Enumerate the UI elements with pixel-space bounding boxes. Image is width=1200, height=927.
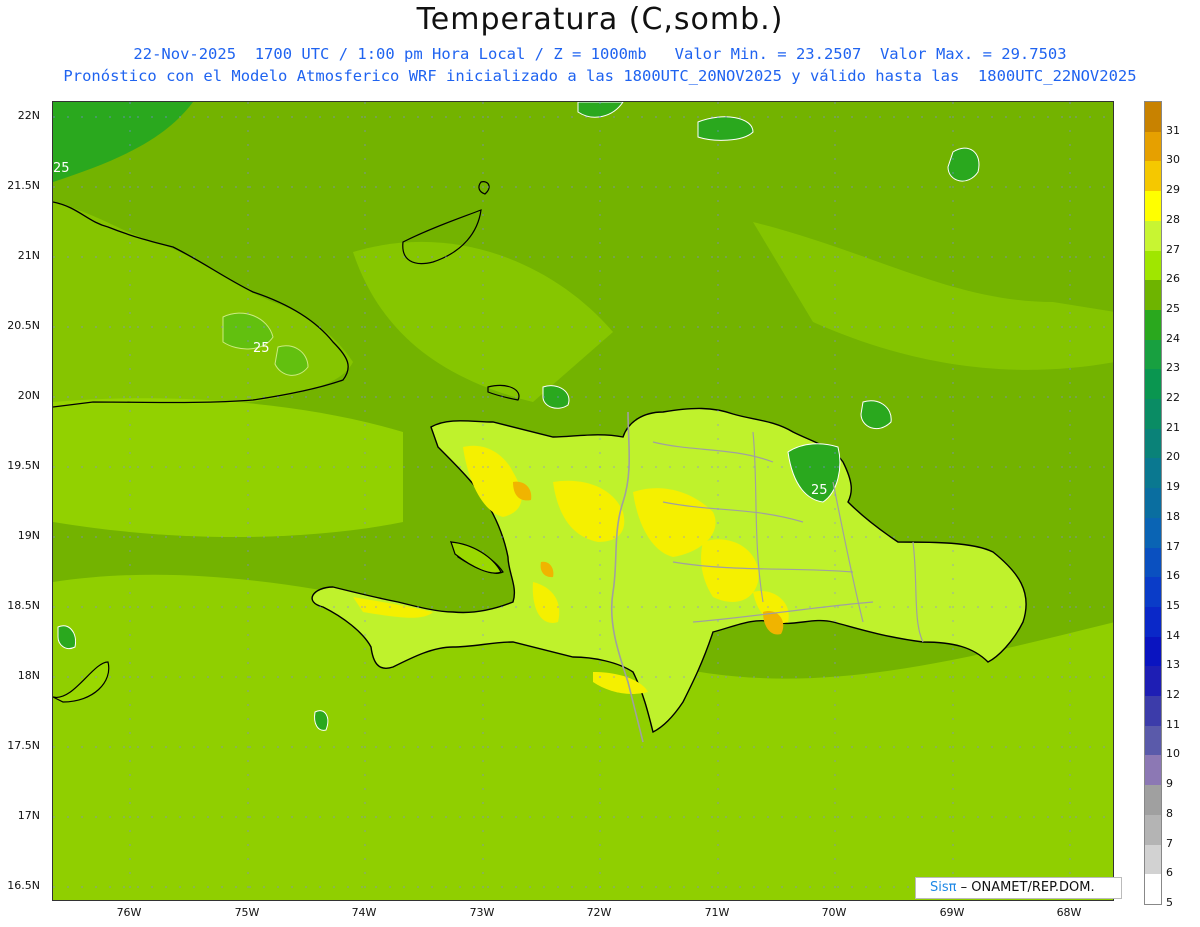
lon-label: 69W xyxy=(939,906,965,919)
credit-box: Sisπ – ONAMET/REP.DOM. xyxy=(915,877,1122,899)
legend-swatch xyxy=(1145,844,1161,875)
legend-label: 18 xyxy=(1166,509,1180,523)
lon-label: 72W xyxy=(586,906,612,919)
legend-label: 9 xyxy=(1166,777,1173,791)
legend-swatch xyxy=(1145,725,1161,756)
lat-label: 17N xyxy=(17,809,40,822)
color-scale-legend xyxy=(1144,101,1162,905)
legend-swatch xyxy=(1145,785,1161,816)
legend-label: 23 xyxy=(1166,361,1180,375)
lat-label: 16.5N xyxy=(7,879,40,892)
legend-label: 19 xyxy=(1166,480,1180,494)
legend-swatch xyxy=(1145,488,1161,519)
legend-swatch xyxy=(1145,458,1161,489)
credit-brand: Sisπ xyxy=(930,880,957,895)
legend-swatch xyxy=(1145,280,1161,311)
legend-label: 27 xyxy=(1166,242,1180,256)
lat-label: 18.5N xyxy=(7,599,40,612)
legend-label: 17 xyxy=(1166,539,1180,553)
legend-label: 24 xyxy=(1166,331,1180,345)
legend-label: 8 xyxy=(1166,806,1173,820)
lon-label: 73W xyxy=(469,906,495,919)
legend-swatch xyxy=(1145,339,1161,370)
legend-label: 30 xyxy=(1166,153,1180,167)
legend-swatch xyxy=(1145,131,1161,162)
legend-swatch xyxy=(1145,161,1161,192)
lon-label: 75W xyxy=(234,906,260,919)
legend-label: 6 xyxy=(1166,866,1173,880)
legend-label: 25 xyxy=(1166,301,1180,315)
legend-label: 12 xyxy=(1166,688,1180,702)
legend-swatch xyxy=(1145,755,1161,786)
legend-swatch xyxy=(1145,517,1161,549)
lat-label: 21N xyxy=(17,249,40,262)
legend-swatch xyxy=(1145,636,1161,667)
legend-swatch xyxy=(1145,577,1161,608)
cool-patch xyxy=(697,116,754,141)
lat-label: 22N xyxy=(17,109,40,122)
legend-swatch xyxy=(1145,191,1161,222)
forecast-info-line: 22-Nov-2025 1700 UTC / 1:00 pm Hora Loca… xyxy=(133,45,1067,63)
contour-label: 25 xyxy=(811,483,828,498)
legend-label: 16 xyxy=(1166,569,1180,583)
legend-label: 14 xyxy=(1166,628,1180,642)
legend-label: 5 xyxy=(1166,896,1173,909)
legend-swatch xyxy=(1145,369,1161,400)
map-title: Temperatura (C,somb.) xyxy=(416,2,784,37)
legend-swatch xyxy=(1145,399,1161,430)
lon-label: 70W xyxy=(821,906,847,919)
legend-swatch xyxy=(1145,309,1161,341)
legend-swatch xyxy=(1145,814,1161,846)
legend-label: 31 xyxy=(1166,123,1180,137)
contour-label: 25 xyxy=(253,341,270,356)
lat-label: 20.5N xyxy=(7,319,40,332)
legend-label: 15 xyxy=(1166,598,1180,612)
legend-label: 21 xyxy=(1166,420,1180,434)
lon-label: 76W xyxy=(116,906,142,919)
lat-label: 19.5N xyxy=(7,459,40,472)
lon-label: 68W xyxy=(1056,906,1082,919)
legend-swatch xyxy=(1145,666,1161,697)
legend-swatch xyxy=(1145,428,1161,459)
credit-text: – ONAMET/REP.DOM. xyxy=(960,880,1095,895)
contour-label: 25 xyxy=(53,161,70,176)
legend-swatch xyxy=(1145,102,1161,133)
lon-label: 74W xyxy=(351,906,377,919)
lat-label: 18N xyxy=(17,669,40,682)
legend-label: 7 xyxy=(1166,836,1173,850)
legend-swatch xyxy=(1145,220,1161,252)
legend-swatch xyxy=(1145,547,1161,578)
lat-label: 21.5N xyxy=(7,179,40,192)
legend-label: 26 xyxy=(1166,272,1180,286)
legend-swatch xyxy=(1145,606,1161,638)
legend-swatch xyxy=(1145,250,1161,281)
legend-label: 20 xyxy=(1166,450,1180,464)
lat-label: 17.5N xyxy=(7,739,40,752)
sea-light-zone xyxy=(53,398,403,537)
lat-label: 19N xyxy=(17,529,40,542)
legend-label: 28 xyxy=(1166,212,1180,226)
legend-label: 22 xyxy=(1166,391,1180,405)
legend-label: 10 xyxy=(1166,747,1180,761)
lon-label: 71W xyxy=(704,906,730,919)
legend-label: 29 xyxy=(1166,183,1180,197)
legend-label: 11 xyxy=(1166,717,1180,731)
map-canvas: 25 25 25 xyxy=(53,102,1113,900)
cool-patch xyxy=(947,147,980,182)
lat-label: 20N xyxy=(17,389,40,402)
model-info-line: Pronóstico con el Modelo Atmosferico WRF… xyxy=(63,67,1137,85)
temperature-map: 25 25 25 xyxy=(52,101,1114,901)
legend-swatch xyxy=(1145,874,1161,905)
legend-swatch xyxy=(1145,696,1161,727)
legend-label: 13 xyxy=(1166,658,1180,672)
